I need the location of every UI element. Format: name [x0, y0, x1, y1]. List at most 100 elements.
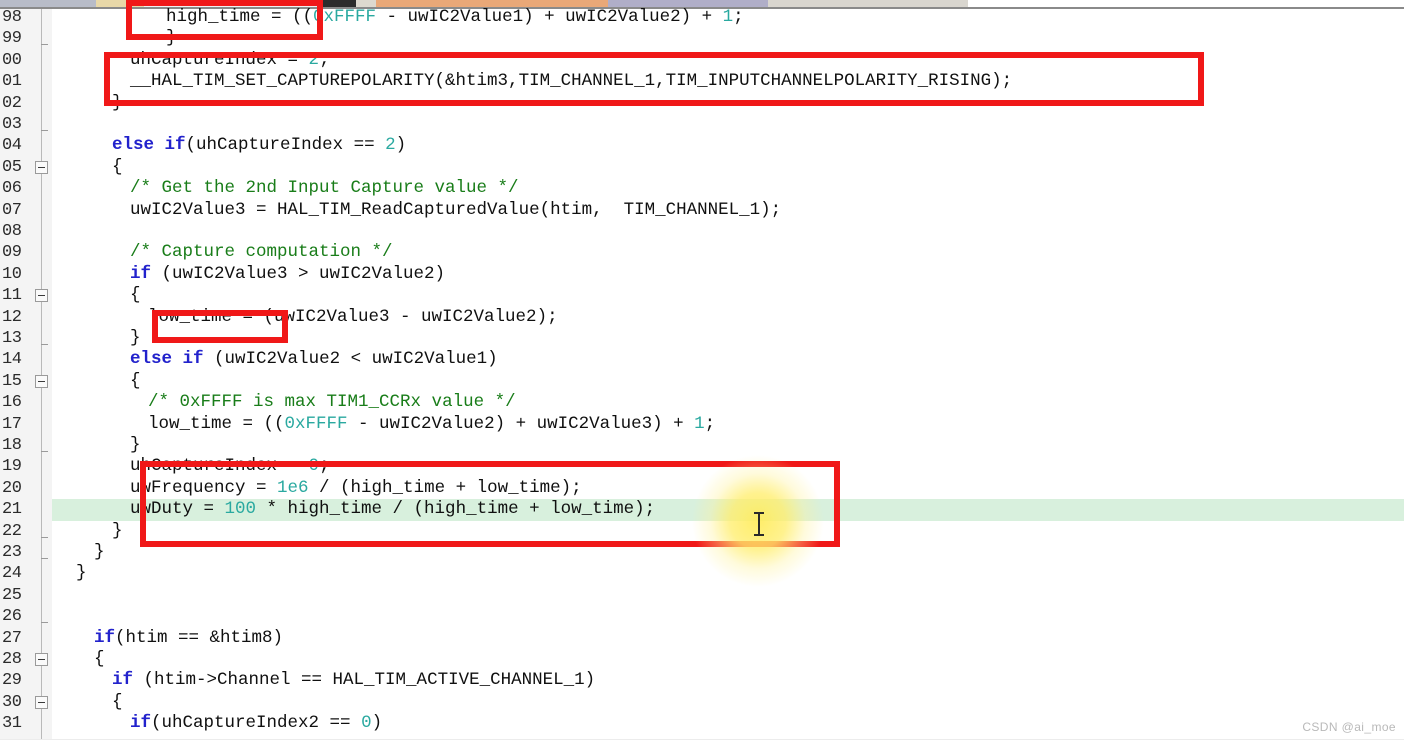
code-line[interactable]: { — [112, 157, 123, 178]
code-token-plain: - uwIC2Value1) + uwIC2Value2) + — [376, 7, 723, 27]
gutter-line-number: 07 — [2, 200, 22, 220]
code-token-kw: else — [112, 135, 155, 156]
code-token-plain: uwIC2Value3 = HAL_TIM_ReadCapturedValue(… — [130, 199, 782, 220]
code-line[interactable]: uwIC2Value3 = HAL_TIM_ReadCapturedValue(… — [130, 200, 781, 221]
code-folding-margin[interactable] — [30, 9, 53, 740]
fold-collapse-icon[interactable] — [35, 160, 48, 174]
code-line[interactable]: } — [112, 521, 123, 542]
gutter-line-number: 17 — [2, 414, 22, 434]
gutter-line-number: 19 — [2, 457, 22, 477]
gutter-line-number: 14 — [2, 350, 22, 370]
fold-collapse-icon[interactable] — [35, 695, 48, 709]
code-line[interactable]: } — [112, 93, 123, 114]
code-token-plain: uwFrequency = — [130, 477, 278, 498]
line-number-gutter: 98 99 00 01 02 03 04 05 06 07 08 09 10 11 12 13 14 15 16 17… — [0, 8, 30, 740]
gutter-line-number: 24 — [2, 564, 22, 584]
code-token-kw: else — [130, 349, 173, 370]
code-token-plain: uwDuty = — [130, 499, 225, 520]
code-token-plain: ; — [319, 49, 330, 70]
code-token-plain: (uwIC2Value2 < uwIC2Value1) — [203, 349, 498, 370]
code-line[interactable]: low_time = ((0xFFFF - uwIC2Value2) + uwI… — [148, 414, 715, 435]
code-line[interactable]: } — [94, 542, 105, 563]
watermark-label: CSDN @ai_moe — [1302, 720, 1396, 734]
code-token-plain: { — [94, 649, 105, 669]
code-token-plain: } — [94, 542, 105, 562]
code-token-cmt: /* Get the 2nd Input Capture value */ — [130, 178, 519, 199]
code-line[interactable]: uwDuty = 100 * high_time / (high_time + … — [130, 499, 655, 520]
gutter-line-number: 11 — [2, 286, 22, 306]
fold-end-tick-icon — [41, 558, 48, 559]
code-editor[interactable]: 98 99 00 01 02 03 04 05 06 07 08 09 10 11 12 13 14 15 16 17… — [0, 0, 1404, 740]
code-token-plain: __HAL_TIM_SET_CAPTUREPOLARITY(&htim3,TIM… — [130, 71, 1013, 92]
gutter-line-number: 05 — [2, 157, 22, 177]
code-token-num: 0xFFFF — [313, 7, 377, 27]
code-line[interactable]: if(htim == &htim8) — [94, 628, 283, 649]
code-line[interactable]: low_time = (uwIC2Value3 - uwIC2Value2); — [148, 307, 558, 328]
code-line[interactable]: /* Capture computation */ — [130, 242, 393, 263]
code-line[interactable]: __HAL_TIM_SET_CAPTUREPOLARITY(&htim3,TIM… — [130, 71, 1012, 92]
fold-end-tick-icon — [41, 44, 48, 46]
code-token-plain: (uhCaptureIndex == — [185, 135, 386, 156]
code-line[interactable]: high_time = ((0xFFFF - uwIC2Value1) + uw… — [166, 7, 744, 28]
code-line[interactable]: if (uwIC2Value3 > uwIC2Value2) — [130, 264, 445, 285]
gutter-line-number: 28 — [2, 650, 22, 669]
code-line[interactable]: } — [130, 435, 141, 456]
code-line[interactable]: if(uhCaptureIndex2 == 0) — [130, 713, 382, 734]
code-token-plain: { — [130, 285, 141, 306]
code-line[interactable]: uhCaptureIndex = 0; — [130, 456, 330, 477]
fold-end-tick-icon — [41, 344, 48, 345]
code-line[interactable]: else if(uhCaptureIndex == 2) — [112, 135, 406, 156]
gutter-line-number: 31 — [2, 714, 22, 734]
code-token-plain: (uwIC2Value3 > uwIC2Value2) — [151, 263, 446, 284]
code-line[interactable]: uhCaptureIndex = 2; — [130, 50, 330, 71]
code-token-plain: } — [166, 28, 177, 49]
code-line[interactable]: { — [130, 285, 141, 306]
fold-collapse-icon[interactable] — [35, 374, 48, 388]
code-token-num: 0 — [361, 713, 372, 734]
code-line[interactable]: /* 0xFFFF is max TIM1_CCRx value */ — [148, 392, 516, 413]
text-caret — [754, 512, 764, 536]
code-line[interactable]: { — [94, 649, 105, 670]
code-token-kw: if — [182, 349, 204, 370]
gutter-line-number: 29 — [2, 671, 22, 691]
gutter-line-number: 22 — [2, 521, 22, 541]
code-token-num: 100 — [224, 499, 257, 520]
code-line[interactable]: } — [166, 28, 177, 49]
gutter-line-number: 06 — [2, 179, 22, 199]
fold-collapse-icon[interactable] — [35, 289, 48, 303]
code-token-plain: - uwIC2Value2) + uwIC2Value3) + — [347, 413, 695, 434]
code-line[interactable]: } — [130, 328, 141, 349]
gutter-line-number: 16 — [2, 393, 22, 413]
code-token-kw: if — [130, 713, 152, 734]
gutter-line-number: 27 — [2, 628, 22, 648]
code-line[interactable]: if (htim->Channel == HAL_TIM_ACTIVE_CHAN… — [112, 670, 595, 691]
gutter-line-number: 02 — [2, 93, 22, 113]
gutter-line-number: 10 — [2, 264, 22, 284]
code-token-plain: } — [130, 435, 141, 455]
gutter-line-number: 18 — [2, 436, 22, 455]
code-line[interactable]: /* Get the 2nd Input Capture value */ — [130, 178, 519, 199]
code-token-num: 1 — [722, 7, 734, 27]
code-token-cmt: 0xFFFF — [179, 392, 243, 413]
code-line[interactable]: } — [76, 563, 87, 584]
fold-collapse-icon[interactable] — [35, 653, 48, 666]
code-line[interactable]: { — [130, 371, 141, 392]
gutter-line-number: 01 — [2, 72, 22, 92]
code-token-plain: { — [112, 156, 123, 177]
fold-end-tick-icon — [41, 536, 48, 538]
code-token-kw: if — [130, 263, 152, 284]
code-line[interactable]: { — [112, 692, 123, 713]
code-token-plain: ) — [395, 135, 407, 156]
gutter-line-number: 04 — [2, 136, 22, 156]
code-token-num: 2 — [385, 135, 396, 156]
code-text-area[interactable]: high_time = ((0xFFFF - uwIC2Value1) + uw… — [52, 7, 1404, 740]
code-token-cmt: is max TIM1_CCRx value */ — [242, 392, 516, 413]
code-token-kw: if — [94, 627, 116, 648]
gutter-line-number: 20 — [2, 478, 22, 498]
code-token-plain: ; — [704, 413, 716, 434]
code-line[interactable]: uwFrequency = 1e6 / (high_time + low_tim… — [130, 478, 582, 499]
code-token-num: 0 — [308, 456, 320, 477]
code-line[interactable]: else if (uwIC2Value2 < uwIC2Value1) — [130, 349, 498, 370]
